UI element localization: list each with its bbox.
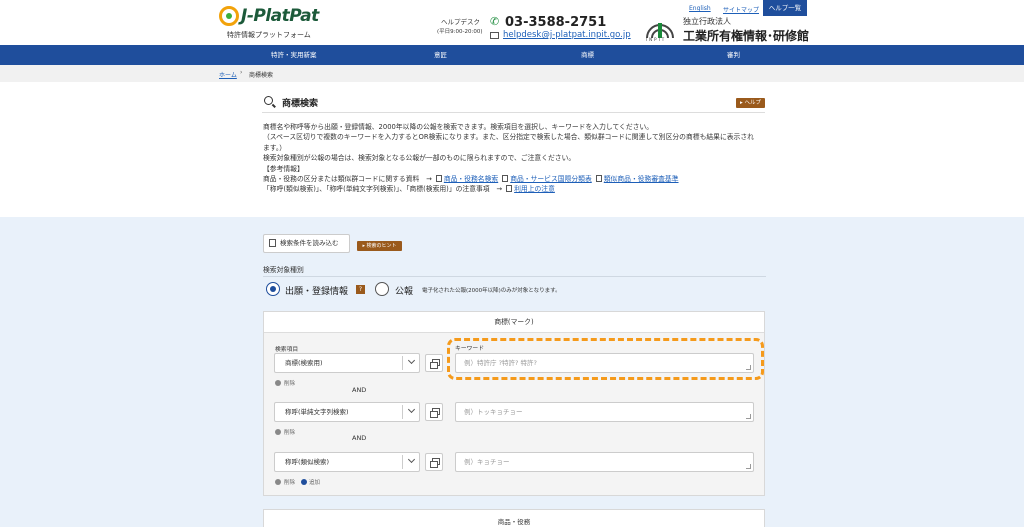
select-divider (402, 356, 403, 370)
select-value: 商標(検索用) (285, 359, 323, 367)
help-button-label: ヘルプ (744, 100, 762, 106)
breadcrumb-current: 商標検索 (249, 72, 274, 79)
intro-line: 商標名や称呼等から出願・登録情報、2000年以降の公報を検索できます。検索項目を… (263, 123, 654, 131)
radio-application-info-label[interactable]: 出願・登録情報 (285, 284, 348, 297)
examination-standard-link[interactable]: 類似商品・役務審査基準 (604, 175, 679, 183)
document-icon (506, 185, 513, 193)
intro-line: 検索対象種別が公報の場合は、検索対象となる公報が一部のものに限られますので、ご注… (263, 154, 576, 163)
logo-subtitle: 特許情報プラットフォーム (227, 31, 311, 39)
breadcrumb: ホーム › 商標検索 (0, 65, 1024, 82)
page-title: 商標検索 (282, 99, 319, 109)
select-divider (402, 455, 403, 469)
nav-design[interactable]: 意匠 (434, 45, 447, 65)
search-item-select-1[interactable]: 商標(検索用) (274, 353, 420, 373)
keyword-input-2[interactable]: 例）トッキョチョー (455, 402, 754, 422)
load-conditions-button[interactable]: 検索条件を読み込む (263, 234, 350, 253)
usage-notes-link[interactable]: 利用上の注意 (514, 185, 555, 193)
copy-icon[interactable] (425, 453, 443, 471)
helpdesk-hours: (平日9:00-20:00) (437, 29, 483, 35)
search-hint-button[interactable]: ▸ 検索のヒント (357, 241, 402, 251)
international-classification-link[interactable]: 商品・サービス国際分類表 (510, 175, 592, 183)
reference-row-2: 「称呼(類似検索)」、「称呼(単純文字列検索)」、「商標(検索用)」の注意事項 … (263, 184, 765, 194)
search-target-label: 検索対象種別 (263, 266, 304, 274)
chevron-down-icon (407, 356, 416, 365)
breadcrumb-home-link[interactable]: ホーム (219, 70, 237, 79)
search-item-select-2[interactable]: 称呼(単純文字列検索) (274, 402, 420, 422)
delete-label: 削除 (284, 430, 296, 436)
select-value: 称呼(類似検索) (285, 458, 330, 466)
help-button[interactable]: ▸ ヘルプ (736, 98, 765, 108)
goods-services-search-link[interactable]: 商品・役務名検索 (444, 175, 498, 183)
delete-row-button[interactable]: 削除 (275, 428, 295, 436)
intro-text: 商標名や称呼等から出願・登録情報、2000年以降の公報を検索できます。検索項目を… (263, 122, 765, 195)
reference-row-1: 商品・役務の区分または類似群コードに関する資料 → 商品・役務名検索 商品・サービス… (263, 174, 765, 184)
page-title-row: 商標検索 (262, 93, 765, 113)
mail-icon (490, 32, 499, 39)
document-icon (595, 175, 602, 183)
breadcrumb-separator: › (240, 69, 243, 76)
add-label: 追加 (309, 480, 321, 486)
nav-patent[interactable]: 特許・実用新案 (271, 45, 317, 65)
card-title: 商標(マーク) (264, 312, 764, 333)
select-value: 称呼(単純文字列検索) (285, 408, 349, 416)
nav-trademark[interactable]: 商標 (581, 45, 594, 65)
gazette-note: 電子化された公報(2000年以降)のみが対象となります。 (422, 288, 561, 294)
org-name: 工業所有権情報･研修館 (683, 29, 810, 43)
keyword-input-3[interactable]: 例）キョチョー (455, 452, 754, 472)
reference-prefix: 商品・役務の区分または類似群コードに関する資料 → (263, 175, 432, 184)
reference-prefix: 「称呼(類似検索)」、「称呼(単純文字列検索)」、「商標(検索用)」の注意事項 … (263, 185, 503, 194)
select-divider (402, 405, 403, 419)
document-icon (435, 175, 442, 183)
goods-services-card-title: 商品・役務 (263, 509, 765, 527)
phone-icon: ✆ (490, 15, 500, 28)
keyword-focus-highlight (447, 338, 764, 380)
delete-row-button[interactable]: 削除 (275, 479, 296, 486)
search-icon (264, 96, 273, 105)
inpit-logo-label: INPIT (646, 37, 667, 42)
copy-icon[interactable] (425, 354, 443, 372)
copy-icon[interactable] (425, 403, 443, 421)
radio-gazette-label[interactable]: 公報 (395, 284, 413, 297)
divider (263, 276, 766, 277)
jplatpat-logo-icon (219, 6, 239, 26)
search-item-select-3[interactable]: 称呼(類似検索) (274, 452, 420, 472)
chevron-down-icon (407, 405, 416, 414)
helpdesk-label: ヘルプデスク (441, 18, 480, 26)
nav-trial[interactable]: 審判 (727, 45, 740, 65)
site-header: J-PlatPat 特許情報プラットフォーム ヘルプデスク (平日9:00-20… (0, 0, 1024, 45)
intro-line: ます。） (263, 143, 287, 152)
delete-row-button[interactable]: 削除 (275, 379, 295, 387)
delete-label: 削除 (284, 480, 296, 486)
row-actions: 削除 追加 (275, 478, 320, 486)
search-hint-label: 検索のヒント (366, 243, 397, 249)
org-subtitle: 独立行政法人 (683, 17, 731, 26)
logo-text: J-PlatPat (241, 6, 319, 26)
load-file-icon (269, 239, 276, 247)
helpdesk-email-link[interactable]: helpdesk@j-platpat.inpit.go.jp (503, 30, 631, 40)
help-question-icon[interactable]: ? (356, 285, 365, 294)
radio-application-info[interactable] (266, 282, 280, 296)
add-icon (301, 479, 308, 485)
and-operator: AND (352, 386, 367, 394)
sitemap-link[interactable]: サイトマップ (723, 5, 759, 14)
radio-gazette[interactable] (375, 282, 389, 296)
helpdesk-phone: 03-3588-2751 (505, 15, 607, 30)
main-nav: 特許・実用新案 意匠 商標 審判 (0, 45, 1024, 65)
search-item-label: 検索項目 (275, 347, 299, 353)
add-row-button[interactable]: 追加 (295, 479, 321, 486)
delete-icon (275, 479, 281, 485)
load-conditions-label: 検索条件を読み込む (280, 239, 339, 247)
delete-icon (275, 380, 281, 386)
intro-line: （スペース区切りで複数のキーワードを入力するとOR検索になります。また、区分指定… (263, 133, 754, 142)
delete-label: 削除 (284, 381, 296, 387)
reference-title: 【参考情報】 (263, 164, 304, 173)
help-list-button[interactable]: ヘルプ一覧 (763, 0, 807, 16)
english-link[interactable]: English (689, 5, 711, 12)
document-icon (502, 175, 509, 183)
and-operator: AND (352, 434, 367, 442)
chevron-down-icon (407, 455, 416, 464)
delete-icon (275, 429, 281, 435)
